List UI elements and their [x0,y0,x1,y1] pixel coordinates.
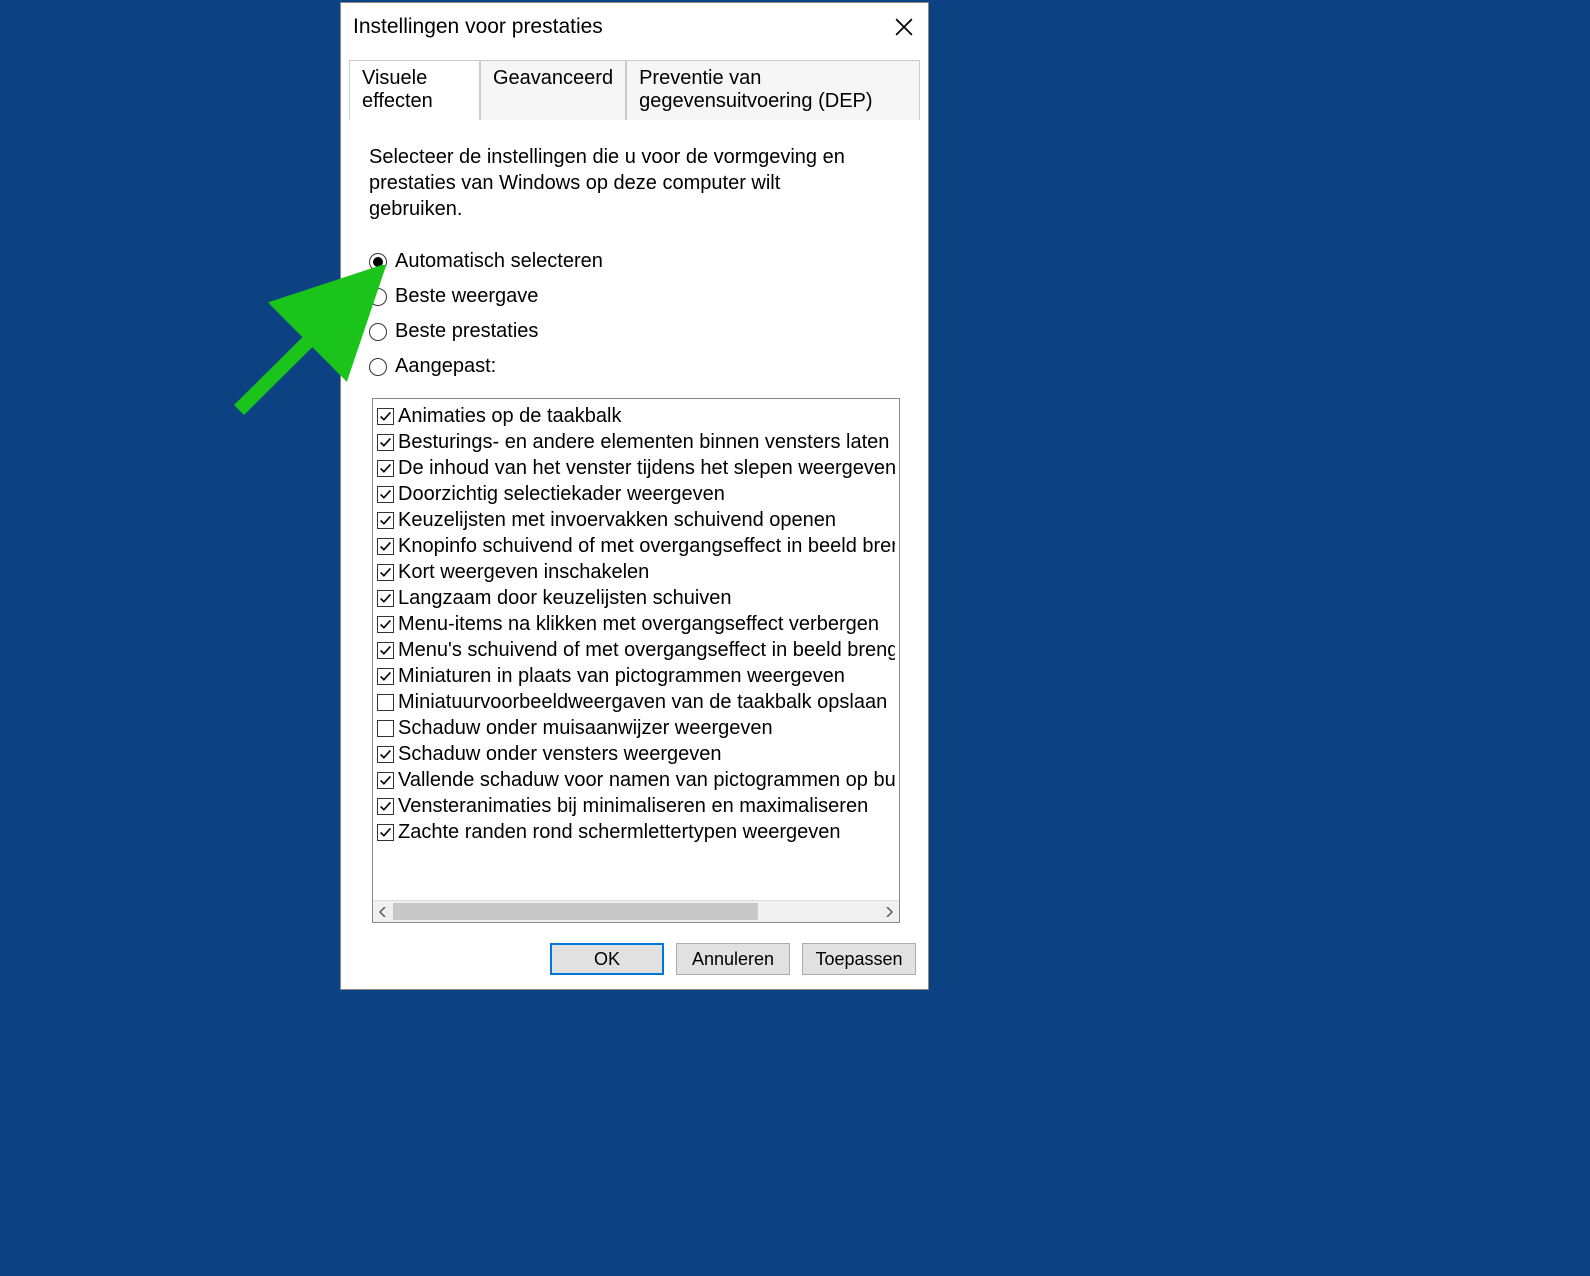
radio-label: Beste weergave [395,285,538,308]
radio-icon [369,253,387,271]
checkbox-label: Keuzelijsten met invoervakken schuivend … [398,507,836,533]
performance-options-dialog: Instellingen voor prestaties Visuele eff… [340,2,929,990]
radio-option-2[interactable]: Beste prestaties [369,320,908,343]
checkbox-icon [377,668,394,685]
checkbox-label: Miniaturen in plaats van pictogrammen we… [398,663,845,689]
radio-option-1[interactable]: Beste weergave [369,285,908,308]
checkbox-icon [377,824,394,841]
checkbox-icon [377,512,394,529]
checkbox-icon [377,590,394,607]
checkbox-icon [377,538,394,555]
horizontal-scrollbar[interactable] [373,900,899,922]
checkbox-icon [377,460,394,477]
checkbox-item-12[interactable]: Schaduw onder muisaanwijzer weergeven [377,715,895,741]
ok-button[interactable]: OK [550,943,664,975]
radio-option-0[interactable]: Automatisch selecteren [369,250,908,273]
checkbox-item-4[interactable]: Keuzelijsten met invoervakken schuivend … [377,507,895,533]
cancel-button[interactable]: Annuleren [676,943,790,975]
tab-strip: Visuele effectenGeavanceerdPreventie van… [349,59,920,120]
titlebar: Instellingen voor prestaties [341,3,928,51]
radio-icon [369,323,387,341]
radio-label: Automatisch selecteren [395,250,603,273]
checkbox-icon [377,772,394,789]
dialog-button-row: OK Annuleren Toepassen [341,933,928,989]
close-icon [895,18,913,36]
checkbox-icon [377,408,394,425]
tab-2[interactable]: Preventie van gegevensuitvoering (DEP) [626,60,920,120]
description-text: Selecteer de instellingen die u voor de … [369,144,879,222]
radio-group-appearance: Automatisch selecteren Beste weergave Best… [369,250,908,390]
checkbox-label: Doorzichtig selectiekader weergeven [398,481,725,507]
checkbox-label: De inhoud van het venster tijdens het sl… [398,455,895,481]
checkbox-icon [377,746,394,763]
scroll-left-button[interactable] [373,901,393,922]
checkbox-label: Vensteranimaties bij minimaliseren en ma… [398,793,868,819]
checkbox-label: Menu's schuivend of met overgangseffect … [398,637,895,663]
chevron-left-icon [379,907,387,917]
radio-label: Aangepast: [395,355,496,378]
scroll-thumb[interactable] [393,903,758,920]
checkbox-label: Menu-items na klikken met overgangseffec… [398,611,879,637]
checkbox-item-15[interactable]: Vensteranimaties bij minimaliseren en ma… [377,793,895,819]
checkbox-label: Kort weergeven inschakelen [398,559,649,585]
radio-icon [369,358,387,376]
checkbox-item-7[interactable]: Langzaam door keuzelijsten schuiven [377,585,895,611]
checkbox-item-11[interactable]: Miniatuurvoorbeeldweergaven van de taakb… [377,689,895,715]
checkbox-label: Animaties op de taakbalk [398,403,621,429]
checkbox-label: Miniatuurvoorbeeldweergaven van de taakb… [398,689,887,715]
checkbox-icon [377,798,394,815]
radio-icon [369,288,387,306]
effects-list-items: Animaties op de taakbalkBesturings- en a… [373,399,899,900]
checkbox-item-16[interactable]: Zachte randen rond schermlettertypen wee… [377,819,895,845]
checkbox-icon [377,616,394,633]
chevron-right-icon [885,907,893,917]
checkbox-label: Knopinfo schuivend of met overgangseffec… [398,533,895,559]
checkbox-item-6[interactable]: Kort weergeven inschakelen [377,559,895,585]
effects-listbox: Animaties op de taakbalkBesturings- en a… [372,398,900,923]
checkbox-label: Schaduw onder vensters weergeven [398,741,722,767]
checkbox-item-14[interactable]: Vallende schaduw voor namen van pictogra… [377,767,895,793]
checkbox-label: Besturings- en andere elementen binnen v… [398,429,895,455]
checkbox-label: Zachte randen rond schermlettertypen wee… [398,819,840,845]
radio-option-3[interactable]: Aangepast: [369,355,908,378]
scroll-track[interactable] [393,901,879,922]
checkbox-item-2[interactable]: De inhoud van het venster tijdens het sl… [377,455,895,481]
checkbox-item-0[interactable]: Animaties op de taakbalk [377,403,895,429]
checkbox-label: Schaduw onder muisaanwijzer weergeven [398,715,773,741]
checkbox-label: Vallende schaduw voor namen van pictogra… [398,767,895,793]
close-button[interactable] [880,3,928,51]
tab-1[interactable]: Geavanceerd [480,60,626,120]
scroll-right-button[interactable] [879,901,899,922]
checkbox-item-1[interactable]: Besturings- en andere elementen binnen v… [377,429,895,455]
tab-content-visual-effects: Selecteer de instellingen die u voor de … [341,120,928,933]
tab-0[interactable]: Visuele effecten [349,60,480,120]
checkbox-icon [377,642,394,659]
checkbox-icon [377,486,394,503]
checkbox-item-8[interactable]: Menu-items na klikken met overgangseffec… [377,611,895,637]
checkbox-item-10[interactable]: Miniaturen in plaats van pictogrammen we… [377,663,895,689]
checkbox-icon [377,434,394,451]
dialog-title: Instellingen voor prestaties [353,15,880,39]
checkbox-label: Langzaam door keuzelijsten schuiven [398,585,732,611]
checkbox-item-5[interactable]: Knopinfo schuivend of met overgangseffec… [377,533,895,559]
radio-label: Beste prestaties [395,320,538,343]
checkbox-item-9[interactable]: Menu's schuivend of met overgangseffect … [377,637,895,663]
checkbox-icon [377,694,394,711]
apply-button[interactable]: Toepassen [802,943,916,975]
checkbox-item-13[interactable]: Schaduw onder vensters weergeven [377,741,895,767]
checkbox-item-3[interactable]: Doorzichtig selectiekader weergeven [377,481,895,507]
checkbox-icon [377,720,394,737]
checkbox-icon [377,564,394,581]
